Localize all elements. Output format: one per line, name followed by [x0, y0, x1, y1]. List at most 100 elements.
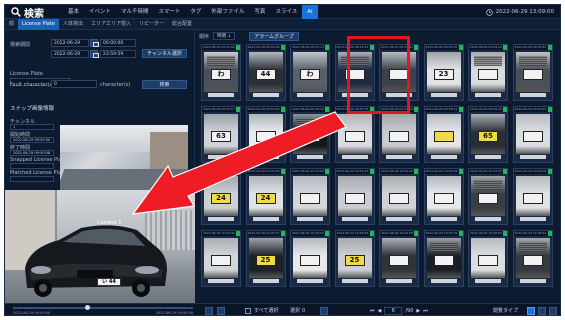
last-page-icon[interactable]: ⏭ — [423, 308, 428, 314]
snapshot-tile[interactable]: 2022-06-29 10:00:01 24 — [201, 168, 241, 225]
snapshot-tile[interactable]: 2022-06-29 10:08:05 — [468, 230, 508, 287]
main-menu-item[interactable]: 基本 — [63, 5, 84, 19]
sub-tab[interactable]: 顔 — [5, 19, 18, 30]
snapshot-tile[interactable]: 2022-06-29 10:01:47 — [334, 168, 375, 225]
snapshot-tile[interactable]: 2022-06-29 10:06:24 25 — [334, 230, 375, 287]
tile-check-icon[interactable] — [458, 231, 463, 236]
play-icon[interactable] — [205, 307, 213, 315]
snapshot-tile[interactable]: 2022-06-29 09:58:44 65 — [468, 106, 508, 163]
snapshot-tile[interactable]: 2022-06-29 09:57:39 — [379, 106, 419, 163]
export-icon[interactable] — [320, 307, 328, 315]
sub-tab[interactable]: リピーター — [135, 19, 168, 30]
snapshot-tile[interactable]: 2022-06-29 10:04:41 — [201, 230, 241, 287]
start-time-field[interactable]: 00:00:00 — [100, 39, 136, 47]
snapshot-tile[interactable]: 2022-06-29 10:00:36 24 — [245, 168, 286, 225]
calendar-icon[interactable] — [90, 50, 99, 58]
tile-check-icon[interactable] — [458, 107, 463, 112]
tile-check-icon[interactable] — [236, 45, 240, 50]
tile-check-icon[interactable] — [547, 45, 552, 50]
snapshot-tile[interactable]: 2022-06-29 09:56:30 — [290, 106, 330, 163]
main-menu-item[interactable]: 外部ファイル — [206, 5, 249, 19]
main-menu-item[interactable]: スライス — [270, 5, 302, 19]
tile-check-icon[interactable] — [236, 231, 240, 236]
tile-check-icon[interactable] — [280, 107, 285, 112]
tile-check-icon[interactable] — [503, 107, 507, 112]
snapshot-tile[interactable]: 2022-06-29 10:06:58 — [379, 230, 419, 287]
snapshot-tile[interactable]: 2022-06-29 10:05:15 25 — [245, 230, 286, 287]
main-menu-item[interactable]: イベント — [84, 5, 116, 19]
next-page-icon[interactable]: ▶ — [416, 308, 420, 314]
first-page-icon[interactable]: ⏮ — [370, 308, 375, 314]
end-time-field[interactable]: 23:59:59 — [100, 50, 136, 58]
main-menu-item[interactable]: AI — [302, 5, 318, 19]
sort-select[interactable]: 時間 ↓ — [213, 32, 236, 40]
tile-check-icon[interactable] — [458, 45, 463, 50]
page-input[interactable]: 6 — [384, 307, 403, 315]
tile-check-icon[interactable] — [369, 231, 374, 236]
snapshot-tile[interactable]: 2022-06-29 10:04:08 — [512, 168, 553, 225]
timeline-handle[interactable] — [85, 305, 90, 310]
snapshot-tile[interactable]: 2022-06-29 10:07:30 — [423, 230, 464, 287]
snapshot-tile[interactable]: 2022-06-29 09:50:00 わ — [201, 44, 241, 101]
alarm-group-button[interactable]: アラームグループ — [249, 31, 299, 41]
tile-check-icon[interactable] — [280, 45, 285, 50]
main-menu-item[interactable]: タグ — [185, 5, 206, 19]
start-date-field[interactable]: 2022-06-29 — [51, 39, 89, 47]
tile-check-icon[interactable] — [236, 169, 240, 174]
snapshot-tile[interactable]: 2022-06-29 09:55:48 — [245, 106, 286, 163]
sub-tab[interactable]: 人体検出 — [59, 19, 87, 30]
snapshot-tile[interactable]: 2022-06-29 09:58:12 — [423, 106, 464, 163]
end-date-field[interactable]: 2022-06-29 — [51, 50, 89, 58]
prev-page-icon[interactable]: ◀ — [378, 308, 382, 314]
snapshot-tile[interactable]: 2022-06-29 09:50:08 44 — [245, 44, 286, 101]
select-all-checkbox[interactable] — [245, 308, 251, 314]
snapshot-tile[interactable]: 2022-06-29 09:59:20 — [512, 106, 553, 163]
timeline-track[interactable] — [13, 307, 193, 309]
snapshot-tile[interactable]: 2022-06-29 10:03:33 — [468, 168, 508, 225]
channel-select-button[interactable]: チャンネル選択 — [142, 49, 187, 58]
tile-check-icon[interactable] — [547, 231, 552, 236]
snapshot-tile[interactable]: 2022-06-29 09:55:17 63 — [201, 106, 241, 163]
tile-check-icon[interactable] — [325, 231, 329, 236]
sub-tab[interactable]: 総合配置 — [168, 19, 196, 30]
tile-check-icon[interactable] — [547, 169, 552, 174]
tile-check-icon[interactable] — [280, 231, 285, 236]
tile-check-icon[interactable] — [236, 107, 240, 112]
tile-check-icon[interactable] — [547, 107, 552, 112]
detail-view-icon[interactable] — [549, 307, 557, 315]
tile-check-icon[interactable] — [325, 45, 329, 50]
tile-check-icon[interactable] — [325, 169, 329, 174]
tile-check-icon[interactable] — [503, 169, 507, 174]
calendar-icon[interactable] — [90, 39, 99, 47]
stop-icon[interactable] — [217, 307, 225, 315]
main-menu-item[interactable]: 写真 — [249, 5, 270, 19]
snapshot-tile[interactable]: 2022-06-29 10:01:09 — [290, 168, 330, 225]
snapshot-tile[interactable]: 2022-06-29 10:02:20 — [379, 168, 419, 225]
snapshot-tile[interactable]: 2022-06-29 09:57:05 — [334, 106, 375, 163]
tile-check-icon[interactable] — [414, 107, 418, 112]
snapshot-tile[interactable]: 2022-06-29 10:05:52 — [290, 230, 330, 287]
list-view-icon[interactable] — [538, 307, 546, 315]
tile-check-icon[interactable] — [280, 169, 285, 174]
snapshot-tile[interactable]: 2022-06-29 09:51:14 わ — [290, 44, 330, 101]
snapshot-tile[interactable]: 2022-06-29 10:08:42 — [512, 230, 553, 287]
tile-check-icon[interactable] — [414, 169, 418, 174]
fault-characters-input[interactable]: 0 — [51, 80, 97, 88]
main-menu-item[interactable]: マルチ時間 — [116, 5, 154, 19]
tile-check-icon[interactable] — [325, 107, 329, 112]
search-button[interactable]: 検索 — [142, 80, 187, 89]
sub-tab[interactable]: License Plate — [18, 18, 59, 30]
snapshot-tile[interactable]: 2022-06-29 10:02:59 — [423, 168, 464, 225]
snapshot-tile[interactable]: 2022-06-29 09:54:55 — [512, 44, 553, 101]
tile-check-icon[interactable] — [458, 169, 463, 174]
snapshot-tile[interactable]: 2022-06-29 09:54:10 — [468, 44, 508, 101]
grid-view-icon[interactable] — [527, 307, 535, 315]
tile-check-icon[interactable] — [503, 231, 507, 236]
tile-check-icon[interactable] — [369, 169, 374, 174]
tile-check-icon[interactable] — [503, 45, 507, 50]
main-menu-item[interactable]: スマート — [154, 5, 186, 19]
sub-tab[interactable]: エリアエリア侵入 — [87, 19, 135, 30]
tile-check-icon[interactable] — [414, 231, 418, 236]
tile-check-icon[interactable] — [414, 45, 418, 50]
snapshot-tile[interactable]: 2022-06-29 09:53:40 23 — [423, 44, 464, 101]
